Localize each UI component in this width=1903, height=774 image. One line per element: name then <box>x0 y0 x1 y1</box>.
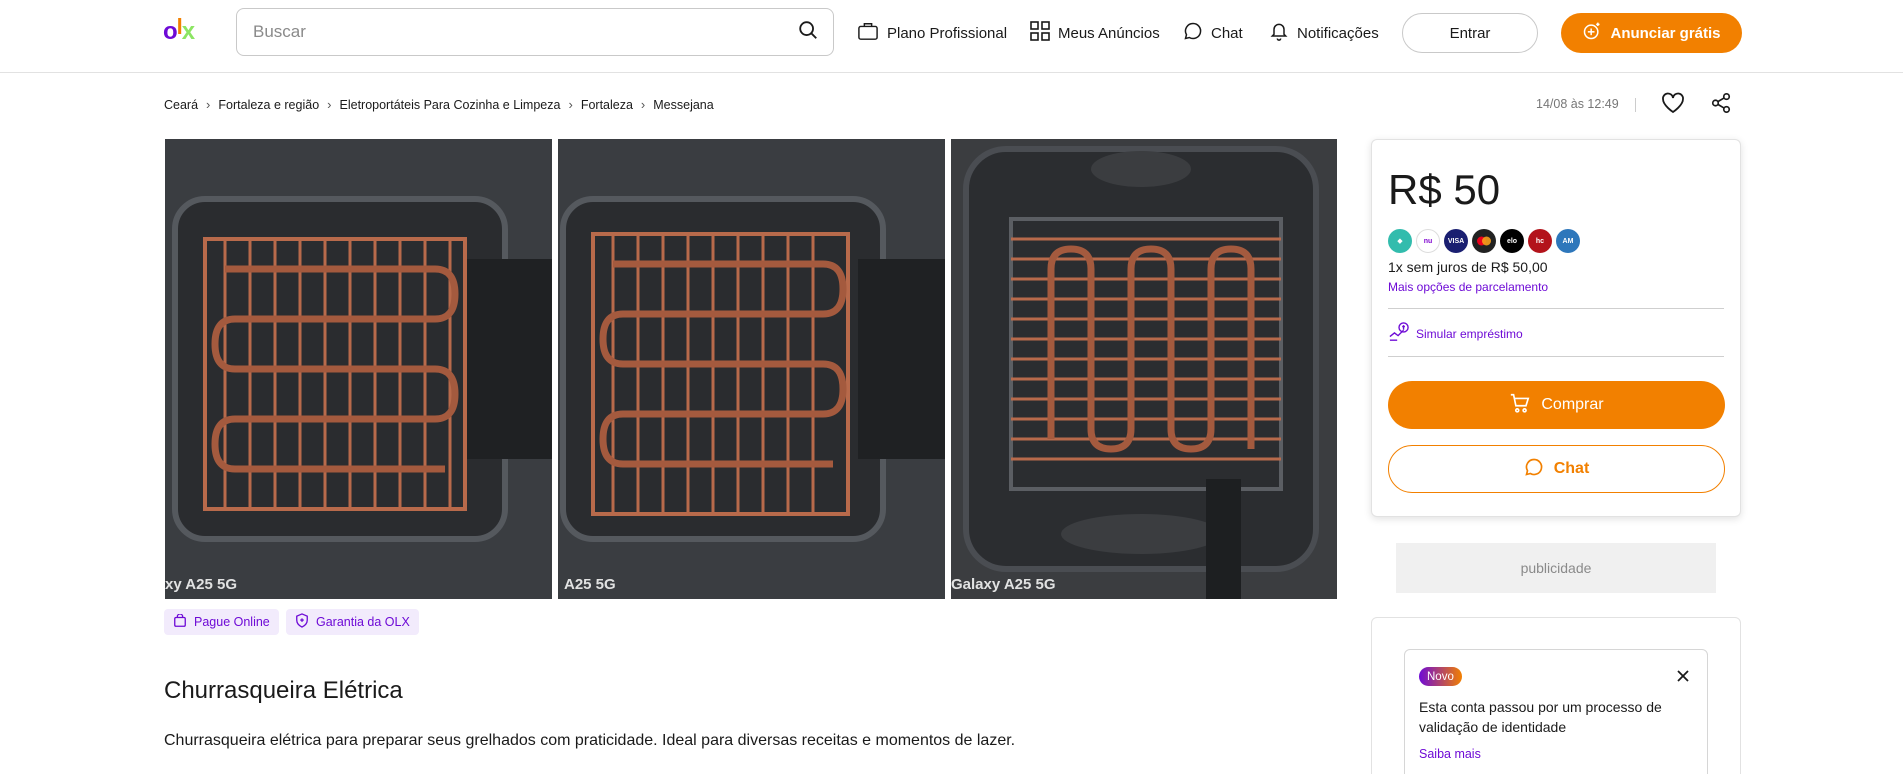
share-button[interactable] <box>1708 92 1734 118</box>
saiba-mais-link[interactable]: Saiba mais <box>1419 747 1481 761</box>
more-installment-options-link[interactable]: Mais opções de parcelamento <box>1388 280 1548 294</box>
nav-meus-anuncios[interactable]: Meus Anúncios <box>1030 20 1160 46</box>
ad-placeholder: publicidade <box>1396 543 1716 593</box>
breadcrumb-item[interactable]: Ceará <box>164 98 198 112</box>
top-header: olx Plano Profissional Meus Anúncios Cha… <box>0 0 1903 73</box>
olx-logo[interactable]: olx <box>163 14 215 46</box>
divider <box>1388 308 1724 309</box>
search-input[interactable] <box>253 22 797 42</box>
installment-info: 1x sem juros de R$ 50,00 <box>1388 259 1548 275</box>
divider <box>1635 98 1636 112</box>
garantia-label: Garantia da OLX <box>316 615 410 629</box>
listing-date: 14/08 às 12:49 <box>1536 97 1619 111</box>
listing-title: Churrasqueira Elétrica <box>164 677 403 704</box>
price: R$ 50 <box>1388 166 1501 213</box>
chevron-right-icon: › <box>206 97 211 112</box>
photo-watermark: Galaxy A25 5G <box>951 576 1056 593</box>
mastercard-icon <box>1472 229 1496 253</box>
favorite-button[interactable] <box>1660 92 1686 118</box>
bag-icon <box>173 612 187 631</box>
divider <box>1388 356 1724 357</box>
nav-chat-label: Chat <box>1211 24 1243 42</box>
breadcrumb: Ceará › Fortaleza e região › Eletroportá… <box>164 97 714 112</box>
nav-notificacoes-label: Notificações <box>1297 24 1379 42</box>
breadcrumb-item[interactable]: Fortaleza e região <box>218 98 319 112</box>
photo-watermark: xy A25 5G <box>165 576 237 593</box>
visa-icon: VISA <box>1444 229 1468 253</box>
shield-icon <box>295 613 309 631</box>
photo-watermark: A25 5G <box>564 576 616 593</box>
comprar-button[interactable]: Comprar <box>1388 381 1725 429</box>
elo-icon: elo <box>1500 229 1524 253</box>
comprar-label: Comprar <box>1541 396 1604 413</box>
plus-sparkle-icon <box>1582 21 1602 45</box>
anunciar-label: Anunciar grátis <box>1610 24 1721 42</box>
listing-description: Churrasqueira elétrica para preparar seu… <box>164 732 1016 749</box>
nav-plano-profissional[interactable]: Plano Profissional <box>857 20 1007 46</box>
breadcrumb-item[interactable]: Fortaleza <box>581 98 633 112</box>
search-icon[interactable] <box>797 19 819 46</box>
nubank-icon: nu <box>1416 229 1440 253</box>
nav-plano-profissional-label: Plano Profissional <box>887 24 1008 42</box>
loan-icon <box>1388 322 1410 345</box>
search-bar <box>236 8 834 56</box>
hipercard-icon: hc <box>1528 229 1552 253</box>
bell-icon <box>1269 20 1289 46</box>
close-icon[interactable] <box>1673 666 1693 686</box>
garantia-badge[interactable]: Garantia da OLX <box>286 609 419 635</box>
novo-badge: Novo <box>1419 667 1462 686</box>
cart-icon <box>1509 392 1531 419</box>
breadcrumb-item[interactable]: Eletroportáteis Para Cozinha e Limpeza <box>340 98 561 112</box>
share-icon <box>1710 92 1732 119</box>
chat-label: Chat <box>1553 460 1590 477</box>
chevron-right-icon: › <box>327 97 332 112</box>
product-photo[interactable]: A25 5G <box>558 139 945 599</box>
product-photo[interactable]: xy A25 5G <box>165 139 552 599</box>
heart-icon <box>1661 92 1685 119</box>
nav-chat[interactable]: Chat <box>1183 20 1243 46</box>
anunciar-gratis-button[interactable]: Anunciar grátis <box>1561 13 1742 53</box>
breadcrumb-item[interactable]: Messejana <box>653 98 713 112</box>
chevron-right-icon: › <box>640 97 646 112</box>
chat-button[interactable]: Chat <box>1388 445 1725 493</box>
verification-notice: Novo Esta conta passou por um processo d… <box>1404 649 1708 774</box>
price-card: R$ 50 ◆ nu VISA elo hc AM 1x sem juros d… <box>1371 139 1741 517</box>
payment-methods: ◆ nu VISA elo hc AM <box>1388 229 1580 253</box>
chevron-right-icon: › <box>568 97 573 112</box>
simular-emprestimo-link[interactable]: Simular empréstimo <box>1388 322 1523 345</box>
seller-card: Novo Esta conta passou por um processo d… <box>1371 617 1741 774</box>
amex-icon: AM <box>1556 229 1580 253</box>
verification-text: Esta conta passou por um processo de val… <box>1419 699 1662 735</box>
entrar-label: Entrar <box>1449 24 1491 42</box>
pague-online-label: Pague Online <box>194 615 270 629</box>
nav-notificacoes[interactable]: Notificações <box>1269 20 1379 46</box>
simular-label: Simular empréstimo <box>1416 326 1523 341</box>
chat-bubble-icon <box>1524 457 1544 482</box>
product-photo[interactable]: Galaxy A25 5G <box>951 139 1337 599</box>
grid-icon <box>1030 21 1050 45</box>
ad-label: publicidade <box>1520 560 1592 576</box>
briefcase-icon <box>857 21 879 45</box>
pague-online-badge[interactable]: Pague Online <box>164 609 279 635</box>
pix-icon: ◆ <box>1388 229 1412 253</box>
chat-bubble-icon <box>1183 21 1203 45</box>
nav-meus-anuncios-label: Meus Anúncios <box>1058 24 1160 42</box>
entrar-button[interactable]: Entrar <box>1402 13 1538 53</box>
